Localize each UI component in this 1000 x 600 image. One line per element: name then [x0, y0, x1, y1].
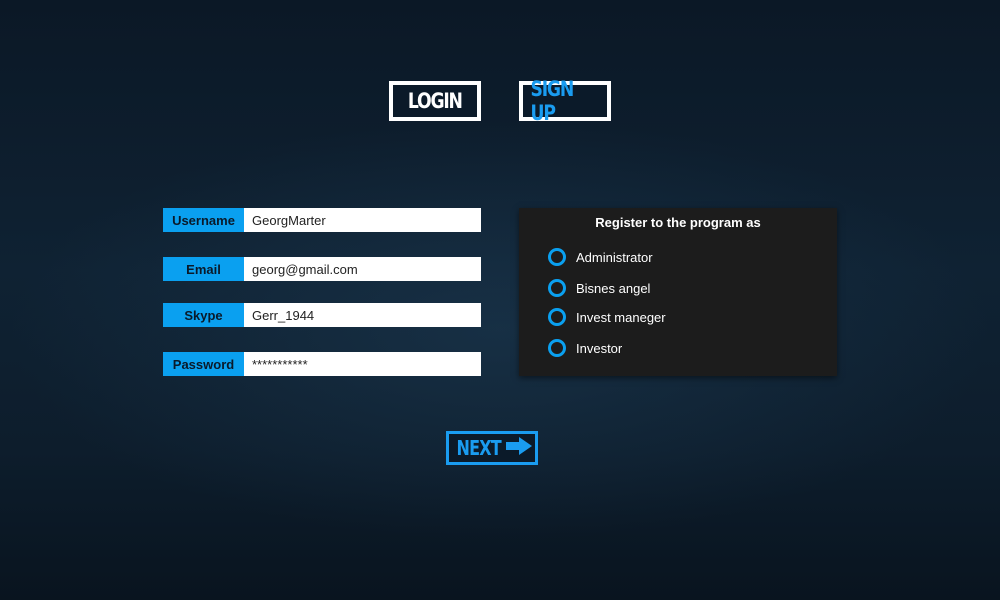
radio-bisnes-angel[interactable]: Bisnes angel — [548, 279, 650, 297]
login-tab-label: LOGIN — [408, 89, 463, 113]
login-tab[interactable]: LOGIN — [389, 81, 481, 121]
email-label: Email — [163, 257, 244, 281]
username-field[interactable] — [244, 208, 481, 232]
skype-row: Skype — [163, 303, 481, 327]
radio-label: Investor — [576, 340, 623, 356]
radio-circle-icon — [548, 339, 566, 357]
skype-field[interactable] — [244, 303, 481, 327]
radio-circle-icon — [548, 248, 566, 266]
signup-tab[interactable]: SIGN UP — [519, 77, 611, 125]
radio-investor[interactable]: Investor — [548, 339, 622, 357]
register-title: Register to the program as — [595, 215, 761, 230]
username-row: Username — [163, 208, 481, 232]
radio-label: Administrator — [576, 249, 653, 265]
radio-administrator[interactable]: Administrator — [548, 248, 653, 266]
password-row: Password — [163, 352, 481, 376]
email-field[interactable] — [244, 257, 481, 281]
next-button-label: NEXT — [456, 436, 502, 460]
password-label: Password — [163, 352, 244, 376]
radio-circle-icon — [548, 279, 566, 297]
radio-label: Bisnes angel — [576, 280, 651, 296]
email-row: Email — [163, 257, 481, 281]
password-field[interactable] — [244, 352, 481, 376]
radio-circle-icon — [548, 308, 566, 326]
next-button[interactable]: NEXT — [446, 431, 538, 465]
radio-invest-maneger[interactable]: Invest maneger — [548, 308, 666, 326]
register-role-panel: Register to the program as Administrator… — [519, 208, 837, 376]
skype-label: Skype — [163, 303, 244, 327]
signup-tab-label: SIGN UP — [530, 77, 575, 125]
arrow-right-icon — [505, 436, 533, 460]
username-label: Username — [163, 208, 244, 232]
radio-label: Invest maneger — [576, 309, 666, 325]
